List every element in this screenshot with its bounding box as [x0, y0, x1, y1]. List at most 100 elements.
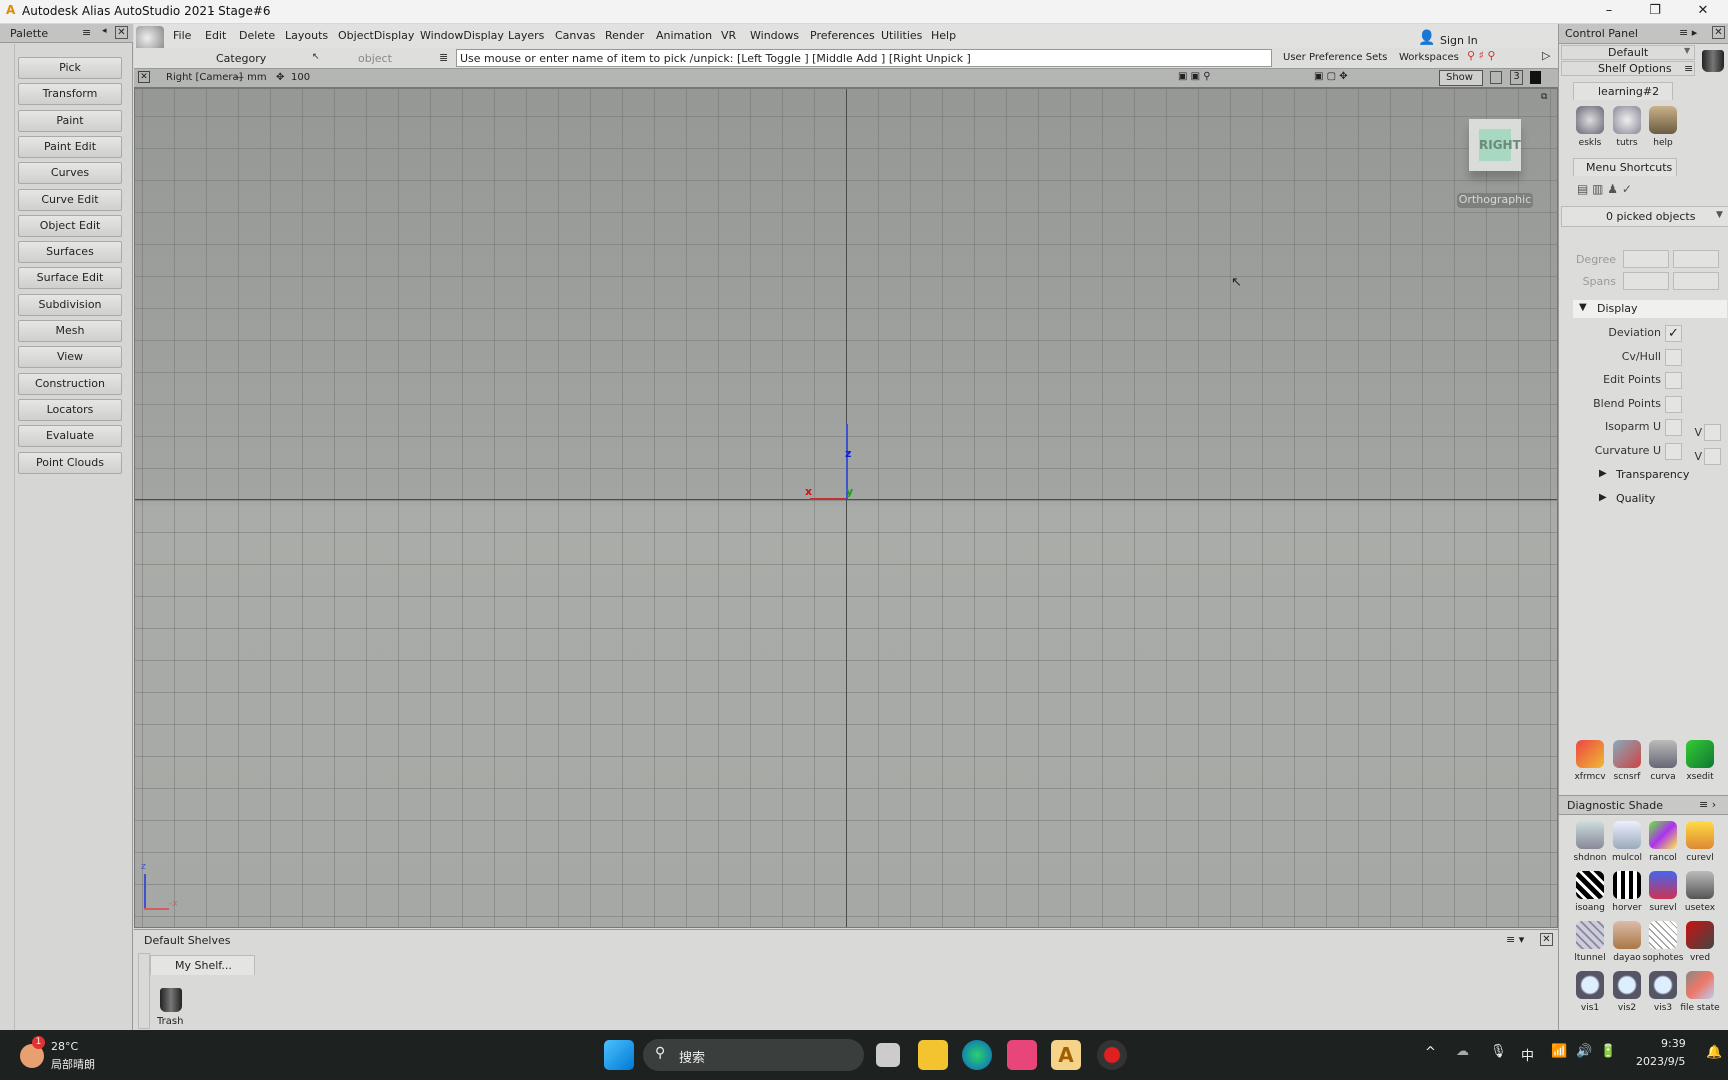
tool-curevl[interactable]: curevl [1678, 821, 1722, 863]
notifications-icon[interactable]: 🔔 [1706, 1045, 1722, 1060]
maximize-icon[interactable] [1530, 71, 1541, 84]
menu-file[interactable]: File [173, 29, 191, 42]
category-dropdown[interactable]: Category [216, 52, 266, 65]
menu-render[interactable]: Render [605, 29, 644, 42]
clock-date[interactable]: 2023/9/5 [1636, 1055, 1685, 1068]
cv-hull-checkbox[interactable] [1665, 348, 1682, 366]
palette-item-mesh[interactable]: Mesh [18, 320, 122, 342]
degree-field-1[interactable] [1623, 250, 1669, 268]
shelf-options-button[interactable]: Shelf Options ≡ [1561, 61, 1695, 76]
weather-text[interactable]: 局部晴朗 [51, 1056, 95, 1072]
search-box[interactable]: ⚲ 搜索 [643, 1039, 864, 1071]
palette-item-surface-edit[interactable]: Surface Edit [18, 267, 122, 290]
clock-time[interactable]: 9:39 [1661, 1037, 1686, 1050]
palette-item-surfaces[interactable]: Surfaces [18, 241, 122, 264]
magnet-snap-icon[interactable]: ⚲ ♯ ⚲ [1467, 49, 1495, 62]
shelf-menu-icon[interactable]: ≡ ▾ [1506, 933, 1524, 946]
projection-label[interactable]: Orthographic [1457, 193, 1533, 208]
show-button[interactable]: Show [1439, 70, 1483, 86]
tab-my-shelf[interactable]: My Shelf... [150, 955, 255, 975]
isoparm-v-checkbox[interactable] [1704, 424, 1721, 441]
close-icon[interactable]: ✕ [1712, 26, 1725, 39]
view-icons[interactable]: ▣ ▢ ✥ [1314, 71, 1348, 82]
spans-field-2[interactable] [1673, 272, 1719, 290]
edit-points-checkbox[interactable] [1665, 372, 1682, 390]
trash-icon[interactable] [160, 988, 182, 1012]
start-icon[interactable] [604, 1040, 634, 1070]
menu-vr[interactable]: VR [721, 29, 736, 42]
display-section-header[interactable]: ▼ Display [1573, 300, 1727, 318]
wifi-icon[interactable]: 📶 [1551, 1044, 1567, 1059]
palette-item-transform[interactable]: Transform [18, 83, 122, 106]
palette-item-view[interactable]: View [18, 346, 122, 369]
spans-field-1[interactable] [1623, 272, 1669, 290]
menu-edit[interactable]: Edit [205, 29, 226, 42]
palette-item-paint[interactable]: Paint [18, 109, 122, 132]
tab-learning[interactable]: learning#2 [1573, 82, 1673, 100]
view-cube-face[interactable]: RIGHT [1479, 129, 1521, 161]
viewport-corner-icon[interactable]: ⧉ [1541, 92, 1547, 102]
deviation-checkbox[interactable]: ✓ [1665, 325, 1682, 342]
layout-icon[interactable] [1490, 71, 1502, 84]
isoparm-u-checkbox[interactable] [1665, 419, 1682, 437]
transparency-section[interactable]: ▶ Transparency [1599, 467, 1709, 483]
shelf-close-icon[interactable]: ✕ [1540, 933, 1553, 946]
palette-item-pick[interactable]: Pick [18, 57, 122, 79]
menu-windowdisplay[interactable]: WindowDisplay [420, 29, 504, 42]
record-icon[interactable] [1097, 1040, 1127, 1070]
minimize-button[interactable]: – [1586, 0, 1632, 23]
app-icon[interactable] [1007, 1040, 1037, 1070]
prompt-menu-icon[interactable]: ≣ [439, 51, 448, 64]
palette-item-paint-edit[interactable]: Paint Edit [18, 135, 122, 158]
palette-item-evaluate[interactable]: Evaluate [18, 425, 122, 448]
alias-taskbar-icon[interactable]: A [1051, 1040, 1081, 1070]
tray-chevron-icon[interactable]: ^ [1425, 1045, 1436, 1060]
menu-delete[interactable]: Delete [239, 29, 275, 42]
menu-canvas[interactable]: Canvas [555, 29, 595, 42]
sign-in-button[interactable]: 👤 Sign In [1418, 30, 1560, 49]
volume-icon[interactable]: 🔊 [1576, 1044, 1592, 1059]
menu-help[interactable]: Help [931, 29, 956, 42]
menu-preferences[interactable]: Preferences [810, 29, 875, 42]
workspaces-button[interactable]: Workspaces [1399, 52, 1459, 63]
palette-item-curve-edit[interactable]: Curve Edit [18, 188, 122, 211]
edge-icon[interactable] [962, 1040, 992, 1070]
palette-item-subdivision[interactable]: Subdivision [18, 293, 122, 316]
camera-icons[interactable]: ▣ ▣ ⚲ [1178, 71, 1211, 82]
ime-indicator[interactable]: 中 [1521, 1045, 1534, 1064]
viewport[interactable]: z x y RIGHT Orthographic ⧉ z -x ↖ [134, 88, 1558, 928]
palette-item-object-edit[interactable]: Object Edit [18, 214, 122, 237]
palette-item-locators[interactable]: Locators [18, 398, 122, 421]
shelf-grip[interactable] [138, 953, 150, 1029]
palette-grip[interactable] [2, 44, 15, 1030]
viewport-close-icon[interactable]: ✕ [138, 71, 150, 83]
microphone-icon[interactable]: 🎙 [1490, 1044, 1507, 1059]
close-icon[interactable]: ✕ [115, 26, 128, 39]
restore-button[interactable]: ❐ [1632, 0, 1678, 23]
tool-vred[interactable]: vred [1678, 921, 1722, 963]
onedrive-icon[interactable]: ☁ [1456, 1044, 1469, 1059]
tab-menu-shortcuts[interactable]: Menu Shortcuts [1573, 158, 1677, 176]
prompt-line[interactable]: Use mouse or enter name of item to pick … [456, 49, 1272, 67]
object-name-field[interactable]: object [358, 52, 392, 65]
curvature-v-checkbox[interactable] [1704, 448, 1721, 465]
menu-icon[interactable]: ≡ › [1699, 798, 1716, 811]
task-view-icon[interactable] [876, 1043, 900, 1067]
view-cube[interactable]: RIGHT [1469, 119, 1521, 171]
trash-icon[interactable] [1702, 50, 1724, 72]
picked-objects-dropdown[interactable]: 0 picked objects ▼ [1561, 206, 1728, 227]
menu-windows[interactable]: Windows [750, 29, 799, 42]
user-preference-sets-button[interactable]: User Preference Sets [1283, 52, 1387, 63]
tool-xsedit[interactable]: xsedit [1678, 740, 1722, 782]
menu-layers[interactable]: Layers [508, 29, 544, 42]
close-button[interactable]: ✕ [1680, 0, 1726, 23]
degree-field-2[interactable] [1673, 250, 1719, 268]
tool-help[interactable]: help [1641, 106, 1685, 148]
blend-points-checkbox[interactable] [1665, 395, 1682, 413]
shortcut-icons[interactable]: ▤ ▥ ♟ ✓ [1577, 182, 1632, 196]
preset-dropdown[interactable]: Default ▼ [1561, 45, 1695, 60]
menu-layouts[interactable]: Layouts [285, 29, 328, 42]
palette-item-construction[interactable]: Construction [18, 372, 122, 395]
temperature[interactable]: 28°C [51, 1040, 78, 1053]
palette-item-curves[interactable]: Curves [18, 162, 122, 185]
